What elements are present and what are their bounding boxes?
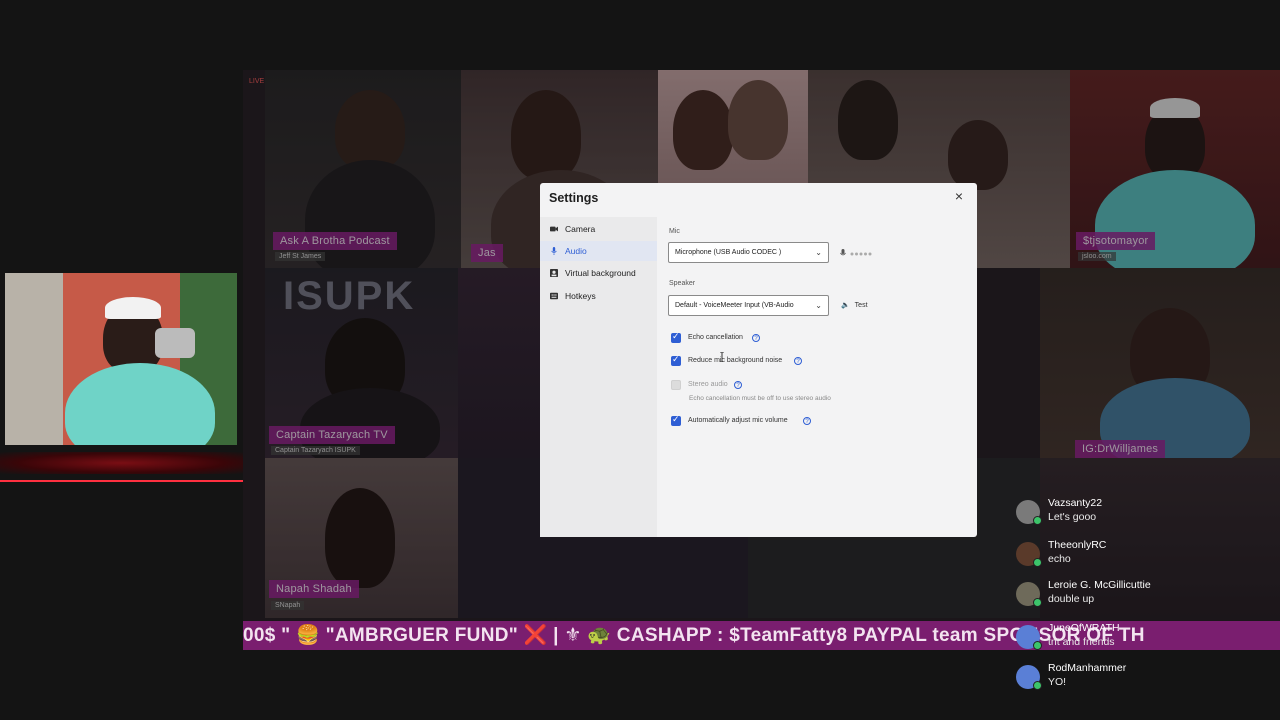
option-label: Stereo audio — [688, 381, 728, 388]
chevron-down-icon: ⌄ — [815, 248, 822, 257]
speaker-value: Default - VoiceMeeter Input (VB-Audio — [675, 302, 794, 309]
online-indicator — [1033, 641, 1042, 650]
mic-label: Mic — [669, 228, 680, 235]
option-label: Reduce mic background noise — [688, 357, 783, 364]
noise-reduction-checkbox[interactable] — [671, 354, 681, 366]
speaker-label: Speaker — [669, 280, 696, 287]
chat-message: TheeonlyRC echo — [1016, 539, 1276, 579]
mic-level-meter — [850, 252, 872, 256]
chat-text: tnt and friends — [1048, 636, 1115, 648]
nav-virtual-background[interactable]: Virtual background — [540, 263, 657, 283]
camera-icon — [550, 226, 558, 232]
mic-value: Microphone (USB Audio CODEC ) — [675, 249, 782, 256]
nav-label: Camera — [565, 224, 596, 234]
settings-dialog: Settings × Camera Audio Virtual backgrou… — [540, 183, 977, 537]
online-indicator — [1033, 558, 1042, 567]
cursor-icon — [720, 352, 724, 362]
help-icon[interactable]: ? — [734, 381, 742, 389]
settings-sidebar: Camera Audio Virtual background Hotkeys — [540, 217, 657, 537]
chevron-down-icon: ⌄ — [815, 301, 822, 310]
chat-message: Vazsanty22 Let's gooo — [1016, 497, 1276, 537]
mic-level-icon — [840, 249, 846, 256]
chat-username: JuneOfWRATH — [1048, 622, 1120, 634]
chat-text: echo — [1048, 553, 1071, 565]
speaker-select[interactable]: Default - VoiceMeeter Input (VB-Audio ⌄ — [668, 295, 829, 316]
help-icon[interactable]: ? — [794, 357, 802, 365]
chat-text: double up — [1048, 593, 1095, 605]
chat-message: Leroie G. McGillicuttie double up — [1016, 579, 1276, 619]
stereo-note: Echo cancellation must be off to use ste… — [689, 395, 831, 402]
chat-username: Leroie G. McGillicuttie — [1048, 579, 1151, 591]
chat-message: RodManhammer YO! — [1016, 662, 1276, 702]
speaker-icon: 🔈 — [841, 302, 850, 309]
chat-text: YO! — [1048, 676, 1067, 688]
test-button[interactable]: 🔈 Test — [841, 301, 868, 309]
option-label: Automatically adjust mic volume — [688, 417, 788, 424]
image-icon — [550, 269, 558, 277]
help-icon[interactable]: ? — [752, 334, 760, 342]
chat-username: TheeonlyRC — [1048, 539, 1107, 551]
chat-message: JuneOfWRATH tnt and friends — [1016, 622, 1276, 662]
help-icon[interactable]: ? — [803, 417, 811, 425]
host-webcam — [5, 273, 237, 445]
chat-username: RodManhammer — [1048, 662, 1127, 674]
close-icon[interactable]: × — [952, 189, 966, 203]
nav-hotkeys[interactable]: Hotkeys — [540, 286, 657, 306]
stereo-audio-checkbox[interactable] — [671, 380, 681, 390]
keyboard-icon — [550, 292, 558, 300]
online-indicator — [1033, 516, 1042, 525]
echo-cancellation-checkbox[interactable] — [671, 331, 681, 343]
chat-text: Let's gooo — [1048, 511, 1097, 523]
mic-icon — [551, 247, 557, 255]
test-label: Test — [854, 302, 868, 309]
nav-camera[interactable]: Camera — [540, 219, 657, 239]
nav-audio[interactable]: Audio — [540, 241, 657, 261]
auto-adjust-volume-checkbox[interactable] — [671, 414, 681, 426]
nav-label: Audio — [565, 246, 587, 256]
nav-label: Virtual background — [565, 268, 636, 278]
red-glow-decoration — [0, 448, 243, 488]
option-label: Echo cancellation — [688, 334, 743, 341]
dialog-title: Settings — [549, 191, 599, 205]
nav-label: Hotkeys — [565, 291, 596, 301]
online-indicator — [1033, 681, 1042, 690]
chat-username: Vazsanty22 — [1048, 497, 1103, 509]
online-indicator — [1033, 598, 1042, 607]
mic-select[interactable]: Microphone (USB Audio CODEC ) ⌄ — [668, 242, 829, 263]
